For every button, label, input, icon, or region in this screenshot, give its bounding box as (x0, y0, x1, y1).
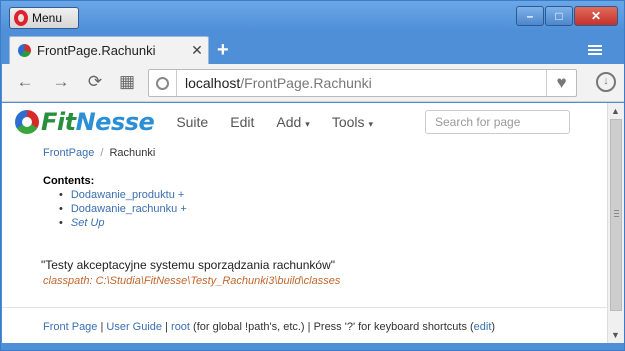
opera-menu-button[interactable]: Menu (9, 7, 79, 29)
footer-root-link[interactable]: root (171, 321, 190, 333)
grip-icon (614, 210, 619, 219)
address-bar[interactable]: localhost/FrontPage.Rachunki ♥ (148, 69, 577, 97)
scroll-up-icon[interactable]: ▲ (611, 106, 620, 116)
maximize-button[interactable]: □ (545, 6, 573, 26)
chevron-down-icon: ▾ (305, 119, 310, 129)
nav-edit[interactable]: Edit (230, 114, 254, 130)
address-host: localhost (185, 75, 241, 91)
scroll-down-icon[interactable]: ▼ (611, 330, 620, 340)
browser-tab[interactable]: FrontPage.Rachunki ✕ (9, 36, 209, 64)
fitnesse-favicon-icon (18, 44, 31, 57)
download-icon[interactable]: ↓ (596, 72, 616, 92)
address-path: /FrontPage.Rachunki (240, 75, 372, 91)
contents-section: Contents: Dodawanie_produktu + Dodawanie… (43, 175, 187, 230)
footer-front-page-link[interactable]: Front Page (43, 321, 97, 333)
browser-window: Menu – □ ✕ FrontPage.Rachunki ✕ + ← → ⟳ … (0, 0, 625, 351)
contents-link-dodawanie-produktu[interactable]: Dodawanie_produktu + (71, 189, 184, 201)
speed-dial-icon[interactable]: ▦ (116, 72, 138, 92)
menu-label: Menu (32, 11, 63, 25)
site-info-icon[interactable] (149, 70, 177, 96)
classpath-text: classpath: C:\Studia\FitNesse\Testy_Rach… (43, 275, 341, 287)
fitnesse-nav: Suite Edit Add ▾ Tools ▾ (176, 114, 373, 130)
browser-toolbar: ← → ⟳ ▦ localhost/FrontPage.Rachunki ♥ ↓ (2, 64, 624, 102)
contents-list: Dodawanie_produktu + Dodawanie_rachunku … (59, 188, 187, 230)
tab-menu-icon[interactable] (588, 45, 602, 57)
list-item: Dodawanie_produktu + (59, 188, 187, 202)
footer-separator: | (162, 321, 172, 333)
page-description: "Testy akceptacyjne systemu sporządzania… (41, 258, 335, 272)
footer-edit-link[interactable]: edit (474, 321, 492, 333)
footer-root-note: (for global !path's, etc.) | Press '?' f… (190, 321, 474, 333)
page-footer: Front Page | User Guide | root (for glob… (2, 307, 607, 343)
logo-fit-text: Fit (41, 108, 76, 136)
reload-icon[interactable]: ⟳ (84, 72, 106, 92)
breadcrumb: FrontPage / Rachunki (43, 147, 155, 159)
nav-add[interactable]: Add ▾ (276, 114, 309, 130)
footer-close-paren: ) (491, 321, 496, 333)
nav-tools-label: Tools (331, 114, 365, 130)
nav-add-label: Add (276, 114, 302, 130)
fitnesse-logo-icon (15, 110, 39, 134)
list-item: Set Up (59, 216, 187, 230)
breadcrumb-current: Rachunki (109, 147, 156, 159)
contents-link-set-up[interactable]: Set Up (71, 217, 105, 229)
vertical-scrollbar[interactable]: ▲ ▼ (607, 103, 624, 343)
window-controls: – □ ✕ (516, 6, 618, 26)
breadcrumb-separator: / (100, 147, 104, 159)
scrollbar-thumb[interactable] (610, 119, 622, 311)
chevron-down-icon: ▾ (368, 119, 374, 129)
minimize-button[interactable]: – (516, 6, 544, 26)
fitnesse-header: FitNesse Suite Edit Add ▾ Tools ▾ (2, 103, 607, 141)
page-viewport: FitNesse Suite Edit Add▾ Tools▾ FrontPag… (2, 103, 607, 343)
nav-tools[interactable]: Tools ▾ (332, 114, 373, 130)
tab-close-icon[interactable]: ✕ (186, 42, 208, 59)
tab-title: FrontPage.Rachunki (37, 43, 156, 58)
search-input[interactable] (425, 110, 570, 134)
new-tab-button[interactable]: + (217, 39, 229, 62)
back-arrow-icon[interactable]: ← (14, 72, 36, 92)
footer-user-guide-link[interactable]: User Guide (106, 321, 162, 333)
logo-nesse-text: Nesse (75, 108, 155, 136)
fitnesse-logo[interactable]: FitNesse (15, 108, 155, 136)
close-window-button[interactable]: ✕ (574, 6, 618, 26)
nav-suite[interactable]: Suite (176, 114, 208, 130)
bookmark-heart-icon[interactable]: ♥ (546, 70, 576, 96)
contents-link-dodawanie-rachunku[interactable]: Dodawanie_rachunku + (71, 203, 187, 215)
list-item: Dodawanie_rachunku + (59, 202, 187, 216)
opera-logo-icon (14, 10, 28, 26)
contents-title: Contents: (43, 175, 95, 187)
forward-arrow-icon[interactable]: → (50, 72, 72, 92)
breadcrumb-frontpage-link[interactable]: FrontPage (43, 147, 94, 159)
